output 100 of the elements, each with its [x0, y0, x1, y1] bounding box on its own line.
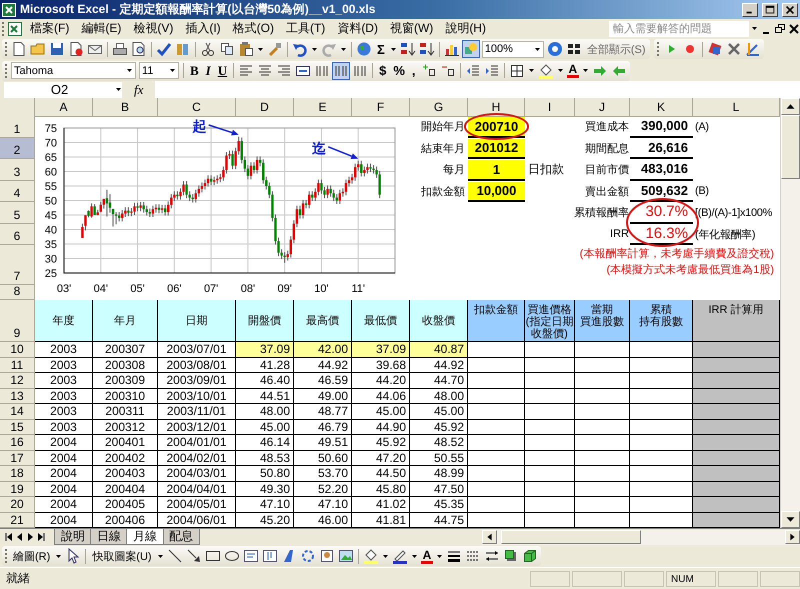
zoom-field[interactable]: 100% — [482, 40, 544, 58]
menu-item[interactable]: 視窗(W) — [384, 20, 438, 37]
column-header[interactable]: C — [158, 98, 236, 117]
sort-ascending-icon[interactable] — [400, 41, 416, 57]
menu-item[interactable]: 工具(T) — [280, 20, 330, 37]
column-header[interactable]: E — [294, 98, 352, 117]
input-cell[interactable]: 201012 — [468, 138, 525, 159]
caret-icon[interactable] — [751, 25, 758, 32]
row-header[interactable]: 16 — [0, 435, 35, 450]
menu-item[interactable]: 插入(I) — [180, 20, 226, 37]
help-search-field[interactable]: 輸入需要解答的問題 — [609, 20, 749, 36]
align-left-icon[interactable] — [238, 62, 254, 78]
caret-icon[interactable] — [169, 67, 176, 74]
name-box[interactable]: O2 — [4, 82, 122, 98]
column-header[interactable]: J — [575, 98, 630, 117]
align-center-icon[interactable] — [257, 62, 274, 78]
line-icon[interactable] — [166, 548, 183, 564]
vertical-scrollbar[interactable] — [780, 98, 800, 528]
caret-icon[interactable] — [436, 552, 444, 560]
line-color-icon[interactable] — [392, 548, 408, 564]
vertical-text-box-icon[interactable] — [262, 548, 278, 564]
column-header[interactable]: H — [468, 98, 525, 117]
font-size-field[interactable]: 11 — [139, 62, 179, 79]
caret-icon[interactable] — [156, 552, 164, 560]
menu-item[interactable]: 資料(D) — [332, 20, 383, 37]
autoshapes-menu-button[interactable]: 快取圖案(U) — [90, 548, 154, 564]
font-field[interactable]: Tahoma — [11, 62, 136, 79]
increase-indent-icon[interactable] — [484, 62, 500, 78]
clipboard-icon[interactable] — [238, 41, 254, 57]
caret-icon[interactable] — [382, 552, 389, 560]
text-box-icon[interactable] — [242, 548, 259, 564]
row-header[interactable]: 1 — [0, 116, 35, 138]
printer-icon[interactable] — [112, 41, 128, 57]
row-header[interactable]: 18 — [0, 466, 35, 482]
new-page-icon[interactable] — [11, 41, 27, 57]
horizontal-scrollbar[interactable] — [482, 530, 800, 544]
sheet-tab[interactable]: 月線 — [126, 529, 164, 545]
formula-field[interactable] — [155, 80, 800, 98]
row-header[interactable]: 9 — [0, 300, 35, 342]
row-header[interactable]: 11 — [0, 358, 35, 373]
sheet-tab[interactable]: 日線 — [90, 529, 128, 545]
scroll-right-icon[interactable] — [785, 530, 800, 544]
caret-icon[interactable] — [257, 46, 264, 52]
row-header[interactable]: 3 — [0, 159, 35, 180]
draw-menu-button[interactable]: 繪圖(R) — [11, 548, 52, 564]
scroll-left-icon[interactable] — [482, 530, 497, 544]
comma-button[interactable]: , — [410, 63, 418, 78]
menu-item[interactable]: 編輯(E) — [76, 20, 126, 37]
vertical-lines-icon[interactable] — [333, 62, 350, 78]
sheet-tab[interactable]: 配息 — [162, 529, 200, 545]
caret-icon[interactable] — [311, 46, 318, 52]
column-header[interactable]: A — [35, 98, 93, 117]
arrow-style-icon[interactable] — [484, 548, 500, 564]
font-color-button[interactable]: A — [566, 63, 580, 78]
font-color-button[interactable]: A — [420, 548, 434, 564]
currency-button[interactable]: $ — [377, 63, 388, 78]
bold-button[interactable]: B — [188, 62, 201, 78]
caret-icon[interactable] — [582, 67, 590, 74]
picture-icon[interactable] — [338, 548, 354, 564]
scrollbar-thumb[interactable] — [501, 530, 641, 544]
menu-item[interactable]: 格式(O) — [228, 20, 279, 37]
spelling-check-icon[interactable] — [156, 41, 172, 57]
toolbar-grip[interactable] — [5, 64, 8, 78]
caret-icon[interactable] — [115, 86, 122, 93]
caret-icon[interactable] — [126, 67, 133, 74]
shapes-icon[interactable] — [462, 41, 479, 57]
caret-icon[interactable] — [556, 67, 564, 74]
next-sheet-icon[interactable] — [26, 532, 35, 542]
column-header[interactable]: D — [236, 98, 294, 117]
oval-icon[interactable] — [224, 548, 240, 564]
increase-decimal-icon[interactable] — [420, 62, 437, 78]
close-icon[interactable] — [782, 2, 798, 16]
row-header[interactable]: 21 — [0, 512, 35, 528]
row-header[interactable]: 19 — [0, 482, 35, 497]
caret-icon[interactable] — [534, 46, 541, 52]
row-header[interactable]: 17 — [0, 450, 35, 466]
spreadsheet-icon[interactable] — [7, 20, 23, 36]
caret-icon[interactable] — [528, 67, 535, 74]
tools-icon[interactable] — [726, 41, 742, 57]
row-header[interactable]: 6 — [0, 224, 35, 245]
fill-color-icon[interactable] — [538, 62, 554, 78]
menu-item[interactable]: 檔案(F) — [25, 20, 74, 37]
column-header[interactable]: I — [525, 98, 575, 117]
caret-icon[interactable] — [55, 552, 62, 560]
3d-box-icon[interactable] — [522, 548, 538, 564]
first-sheet-icon[interactable] — [4, 532, 13, 542]
previous-sheet-icon[interactable] — [15, 532, 24, 542]
column-header[interactable]: G — [410, 98, 468, 117]
toolbar-grip[interactable] — [2, 22, 5, 36]
column-header[interactable]: K — [630, 98, 693, 117]
sort-descending-icon[interactable] — [418, 41, 435, 57]
last-sheet-icon[interactable] — [37, 532, 46, 542]
help-icon[interactable] — [546, 41, 563, 57]
underline-button[interactable]: U — [216, 62, 230, 78]
align-right-icon[interactable] — [276, 62, 292, 78]
close-icon[interactable] — [788, 22, 800, 36]
menu-item[interactable]: 檢視(V) — [128, 20, 178, 37]
page-stop-icon[interactable] — [68, 41, 84, 57]
toolbar-grip[interactable] — [5, 549, 8, 563]
toolbar-grip[interactable] — [5, 42, 8, 56]
